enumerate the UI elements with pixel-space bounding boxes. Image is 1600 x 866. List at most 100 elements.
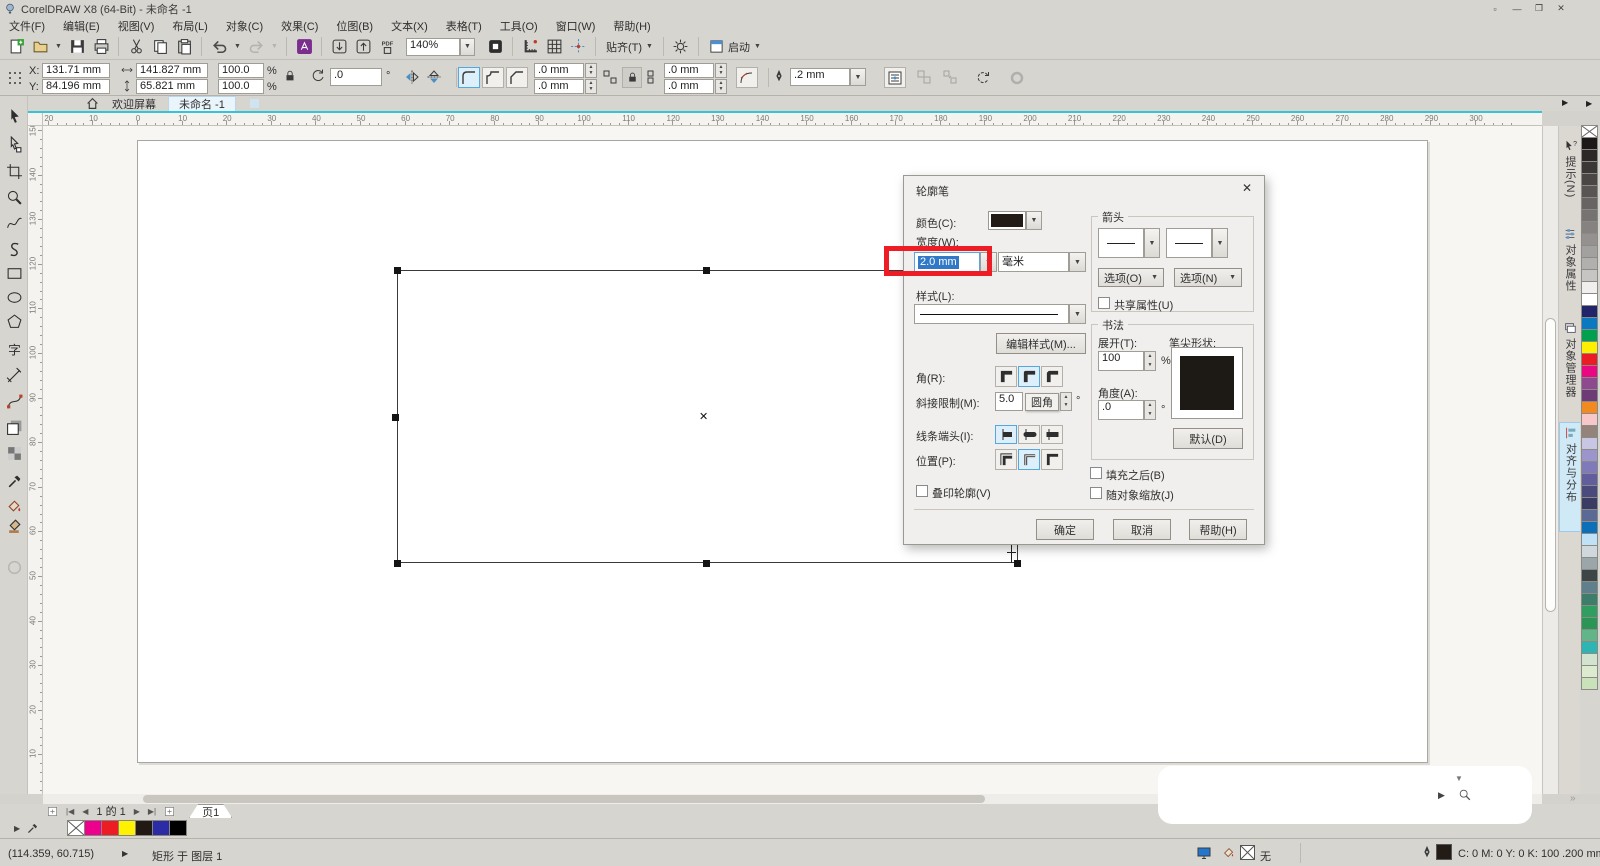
corner-radius-field-1[interactable]: .0 mm [534, 63, 584, 78]
menu-item-7[interactable]: 文本(X) [382, 17, 437, 35]
ruler-origin-box[interactable] [28, 113, 43, 126]
play-icon[interactable]: ▶ [1438, 790, 1445, 801]
cap-round-button[interactable] [1018, 425, 1040, 444]
ok-button[interactable]: 确定 [1036, 519, 1094, 540]
behind-fill-checkbox[interactable] [1090, 467, 1102, 479]
pick-tool[interactable] [3, 105, 25, 127]
outline-color-swatch[interactable] [988, 211, 1026, 230]
selection-handle-top-left[interactable] [394, 267, 401, 274]
undo-caret-icon[interactable]: ▼ [232, 36, 243, 58]
first-page-icon[interactable]: |◀ [66, 807, 74, 816]
document-palette-swatch[interactable] [152, 820, 170, 836]
selection-handle-bottom-center[interactable] [703, 560, 710, 567]
corner-round-button[interactable] [458, 67, 480, 88]
line-style-combo[interactable] [914, 304, 1069, 324]
menu-item-10[interactable]: 窗口(W) [547, 17, 605, 35]
help-button[interactable]: 帮助(H) [1189, 519, 1247, 540]
display-monitor-icon[interactable] [1196, 845, 1212, 861]
previous-page-icon[interactable]: ◀ [82, 807, 88, 816]
corner-scalloped-button[interactable] [482, 67, 504, 88]
close-icon[interactable]: ✕ [1242, 181, 1252, 195]
corner-radius-spinner-4[interactable]: ▲▼ [715, 79, 727, 94]
miter-limit-field[interactable]: 5.0 [995, 392, 1023, 411]
outline-color-swatch[interactable] [1436, 844, 1452, 860]
document-palette-swatch[interactable] [169, 820, 187, 836]
document-palette-swatch[interactable] [101, 820, 119, 836]
corner-radius-spinner-2[interactable]: ▲▼ [585, 79, 597, 94]
color-dropdown[interactable]: ▼ [1026, 211, 1042, 230]
mirror-vertical-button[interactable] [426, 69, 442, 85]
selection-handle-middle-left[interactable] [392, 414, 399, 421]
application-launcher-button[interactable]: 启动▼ [705, 39, 765, 55]
outline-pen-icon[interactable] [1420, 845, 1434, 859]
miter-limit-spinner[interactable]: ▲▼ [1060, 392, 1072, 411]
default-button[interactable]: 默认(D) [1173, 428, 1243, 449]
document-palette-swatch[interactable] [118, 820, 136, 836]
open-caret-icon[interactable]: ▼ [53, 36, 64, 58]
publish-pdf-button[interactable]: PDF [376, 36, 398, 58]
vertical-scrollbar[interactable] [1542, 126, 1558, 794]
arrow-start-dropdown[interactable]: ▼ [1144, 228, 1160, 258]
print-button[interactable] [90, 36, 112, 58]
join-round-button[interactable] [1018, 366, 1040, 387]
menu-item-11[interactable]: 帮助(H) [604, 17, 659, 35]
rectangle-tool[interactable] [3, 262, 25, 284]
arrow-start-combo[interactable] [1098, 228, 1144, 258]
tab-welcome-screen[interactable]: 欢迎屏幕 [102, 96, 166, 111]
rotation-angle-field[interactable]: .0 [330, 68, 382, 86]
docker-tab-4[interactable]: 对齐与分布 [1559, 422, 1581, 532]
scale-h-field[interactable]: 100.0 [218, 63, 264, 78]
color-eyedropper-tool[interactable] [3, 470, 25, 492]
menu-item-9[interactable]: 工具(O) [491, 17, 547, 35]
add-page-icon[interactable] [47, 806, 58, 817]
text-wrap-button[interactable] [884, 67, 906, 88]
lock-ratio-icon[interactable] [283, 69, 297, 83]
lock-corners-button[interactable] [622, 67, 642, 88]
position-outside-button[interactable] [995, 449, 1017, 470]
minimize-button[interactable]: — [1506, 2, 1528, 15]
position-centered-button[interactable] [1018, 449, 1040, 470]
snap-to-button[interactable]: 贴齐(T)▼ [602, 39, 657, 55]
cancel-button[interactable]: 取消 [1113, 519, 1171, 540]
menu-item-1[interactable]: 编辑(E) [54, 17, 109, 35]
text-tool[interactable]: 字 [3, 338, 25, 360]
ellipse-tool[interactable] [3, 286, 25, 308]
corner-radius-field-3[interactable]: .0 mm [664, 63, 714, 78]
full-screen-button[interactable] [484, 36, 506, 58]
smart-fill-tool[interactable] [3, 514, 25, 536]
document-palette-swatch[interactable] [135, 820, 153, 836]
menu-item-2[interactable]: 视图(V) [109, 17, 164, 35]
menu-item-6[interactable]: 位图(B) [327, 17, 382, 35]
chamfer-distance-button[interactable] [736, 67, 758, 88]
outline-width-dropdown[interactable]: ▼ [850, 68, 866, 86]
horizontal-ruler[interactable]: 2010010203040506070809010011012013014015… [43, 113, 1542, 126]
palette-flyout-icon[interactable]: ▶ [1586, 99, 1592, 108]
more-tools-tool[interactable] [3, 556, 25, 578]
redo-caret-icon[interactable]: ▼ [269, 36, 280, 58]
corner-chamfer-button[interactable] [506, 67, 528, 88]
zoom-level-field[interactable]: 140% [406, 38, 460, 56]
pin-window-icon[interactable]: ▫ [1484, 2, 1506, 15]
x-position-field[interactable]: 131.71 mm [42, 63, 110, 78]
y-position-field[interactable]: 84.196 mm [42, 79, 110, 94]
weld-button[interactable] [1006, 67, 1028, 88]
zoom-lens-icon[interactable] [1458, 788, 1472, 802]
docker-tab-1[interactable]: ?提示(N) [1559, 136, 1581, 208]
status-play-icon[interactable]: ▶ [122, 849, 128, 858]
position-inside-button[interactable] [1041, 449, 1063, 470]
width-units-combo[interactable]: 毫米 [998, 252, 1069, 272]
search-content-button[interactable] [293, 36, 315, 58]
arrow-end-combo[interactable] [1166, 228, 1212, 258]
save-button[interactable] [66, 36, 88, 58]
parallel-dimension-tool[interactable] [3, 364, 25, 386]
options-left-button[interactable]: 选项(O)▼ [1098, 268, 1164, 287]
fill-color-icon[interactable] [1222, 846, 1236, 860]
corner-radius-spinner-3[interactable]: ▲▼ [715, 63, 727, 78]
zoom-level-combo[interactable]: 140%▼ [406, 38, 476, 56]
join-bevel-button[interactable] [1041, 366, 1063, 387]
connector-tool[interactable] [3, 390, 25, 412]
mirror-horizontal-button[interactable] [404, 69, 420, 85]
cap-butt-button[interactable] [995, 425, 1017, 444]
options-button[interactable] [670, 36, 692, 58]
selection-handle-bottom-right[interactable] [1014, 560, 1021, 567]
